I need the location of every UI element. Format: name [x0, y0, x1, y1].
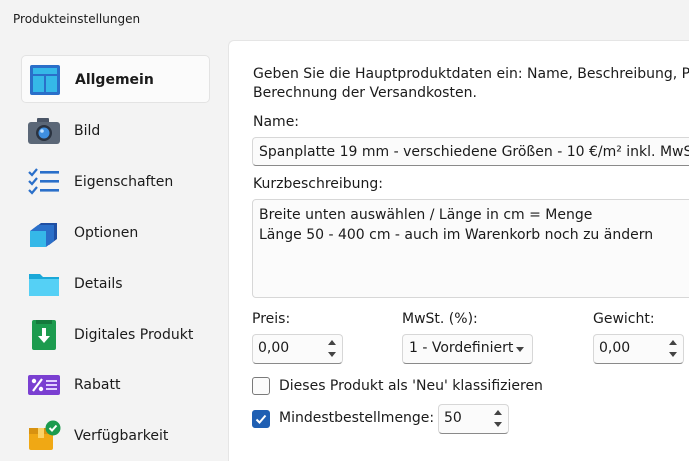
sidebar: Allgemein Bild Eigenschaften Optionen De… — [0, 40, 228, 461]
layout-window-icon — [28, 64, 62, 96]
sidebar-item-digitales-produkt[interactable]: Digitales Produkt — [21, 311, 210, 359]
percent-tag-icon — [27, 369, 61, 401]
short-description-label: Kurzbeschreibung: — [253, 176, 384, 192]
chevron-down-icon — [516, 347, 524, 352]
weight-spinbox[interactable]: 0,00 — [593, 334, 684, 364]
title-bar: Produkteinstellungen — [0, 0, 689, 40]
spin-arrows[interactable] — [666, 338, 680, 360]
sidebar-item-bild[interactable]: Bild — [21, 107, 210, 155]
sidebar-item-eigenschaften[interactable]: Eigenschaften — [21, 158, 210, 206]
spin-down-icon[interactable] — [328, 352, 336, 357]
folder-icon — [27, 268, 61, 300]
min-order-label: Mindestbestellmenge: — [279, 410, 435, 426]
new-product-checkbox[interactable] — [252, 377, 270, 395]
new-product-label: Dieses Produkt als 'Neu' klassifizieren — [279, 378, 543, 394]
sidebar-item-label: Details — [74, 276, 123, 292]
sidebar-item-label: Allgemein — [75, 72, 154, 88]
stacked-layers-icon — [27, 217, 61, 249]
settings-panel: Geben Sie die Hauptproduktdaten ein: Nam… — [228, 40, 689, 461]
price-spinbox[interactable]: 0,00 — [252, 334, 343, 364]
spin-arrows[interactable] — [325, 338, 339, 360]
sidebar-item-rabatt[interactable]: Rabatt — [21, 361, 210, 409]
window-title: Produkteinstellungen — [13, 12, 141, 26]
vat-label: MwSt. (%): — [402, 311, 478, 327]
box-check-icon — [27, 420, 61, 452]
name-label: Name: — [253, 114, 300, 130]
spin-up-icon[interactable] — [494, 410, 502, 415]
min-order-checkbox[interactable] — [252, 410, 270, 428]
weight-label: Gewicht: — [593, 311, 655, 327]
sidebar-item-details[interactable]: Details — [21, 260, 210, 308]
camera-icon — [27, 115, 61, 147]
sidebar-item-label: Verfügbarkeit — [74, 428, 169, 444]
sidebar-item-label: Optionen — [74, 225, 139, 241]
sidebar-item-optionen[interactable]: Optionen — [21, 209, 210, 257]
short-description-textarea[interactable]: Breite unten auswählen / Länge in cm = M… — [252, 199, 689, 298]
checklist-icon — [27, 166, 61, 198]
sidebar-item-label: Bild — [74, 123, 101, 139]
price-value: 0,00 — [258, 340, 290, 356]
sidebar-item-label: Eigenschaften — [74, 174, 174, 190]
sidebar-item-label: Digitales Produkt — [74, 327, 194, 343]
weight-value: 0,00 — [599, 340, 631, 356]
sidebar-item-verfuegbarkeit[interactable]: Verfügbarkeit — [21, 412, 210, 460]
min-order-value: 50 — [444, 410, 462, 426]
vat-value: 1 - Vordefiniert — [409, 340, 514, 356]
checkmark-icon — [255, 414, 267, 424]
spin-down-icon[interactable] — [669, 352, 677, 357]
vat-select[interactable]: 1 - Vordefiniert — [402, 334, 533, 364]
min-order-spinbox[interactable]: 50 — [438, 404, 509, 434]
price-label: Preis: — [252, 311, 291, 327]
sidebar-item-label: Rabatt — [74, 377, 121, 393]
name-input[interactable] — [252, 137, 689, 166]
spin-arrows[interactable] — [491, 408, 505, 430]
spin-up-icon[interactable] — [669, 340, 677, 345]
spin-down-icon[interactable] — [494, 422, 502, 427]
section-description: Geben Sie die Hauptproduktdaten ein: Nam… — [253, 66, 689, 101]
sidebar-item-allgemein[interactable]: Allgemein — [21, 55, 210, 103]
spin-up-icon[interactable] — [328, 340, 336, 345]
download-icon — [27, 319, 61, 351]
